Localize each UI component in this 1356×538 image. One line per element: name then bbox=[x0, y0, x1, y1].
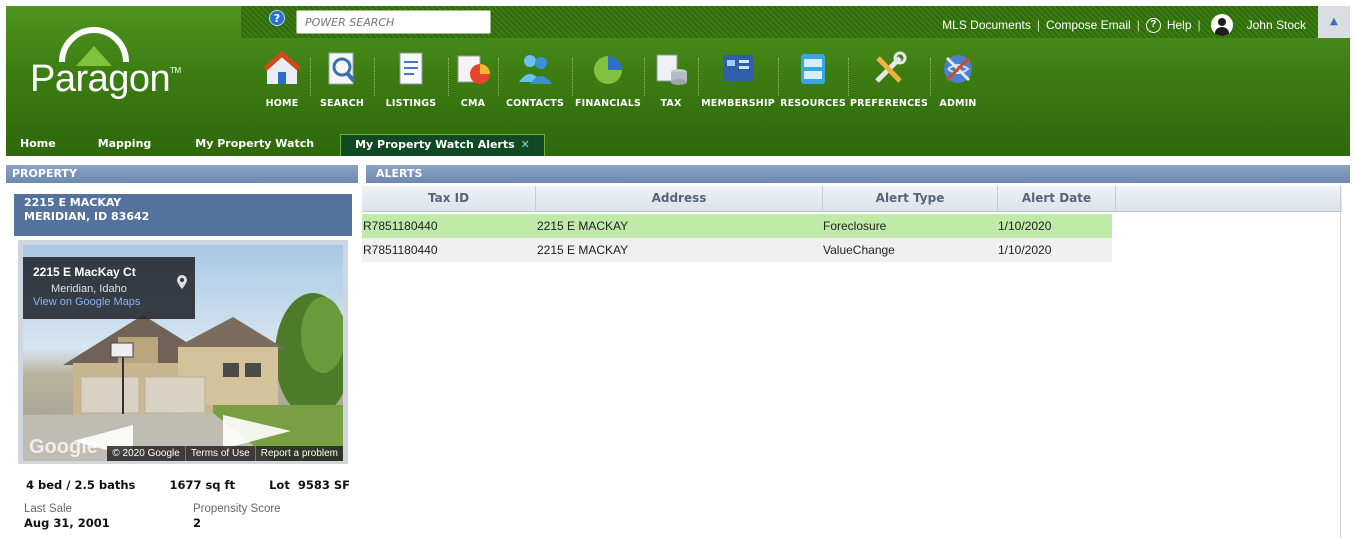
tab-bar: Home Mapping My Property Watch My Proper… bbox=[6, 134, 545, 156]
terms-of-use-link[interactable]: Terms of Use bbox=[184, 446, 255, 461]
property-stats: 4 bed / 2.5 baths 1677 sq ft Lot 9583 SF bbox=[26, 478, 350, 492]
collapse-header-button[interactable]: ▲ bbox=[1318, 6, 1350, 38]
resources-icon bbox=[801, 54, 825, 84]
close-tab-icon[interactable]: ✕ bbox=[521, 138, 530, 151]
help-link[interactable]: Help bbox=[1167, 18, 1192, 32]
nav-preferences[interactable]: PREFERENCES bbox=[848, 48, 930, 118]
nav-search[interactable]: SEARCH bbox=[310, 48, 374, 118]
last-sale-label: Last Sale bbox=[24, 503, 72, 515]
cell-alert-date: 1/10/2020 bbox=[998, 243, 1052, 257]
propensity-score-value: 2 bbox=[193, 516, 202, 530]
power-search-input[interactable] bbox=[296, 10, 491, 34]
column-header-alert-type[interactable]: Alert Type bbox=[823, 186, 998, 212]
last-sale-value: Aug 31, 2001 bbox=[24, 516, 110, 530]
report-problem-link[interactable]: Report a problem bbox=[254, 446, 343, 461]
google-logo: Google bbox=[29, 436, 98, 458]
nav-contacts[interactable]: CONTACTS bbox=[498, 48, 572, 118]
mls-documents-link[interactable]: MLS Documents bbox=[942, 18, 1031, 32]
street-view-image[interactable]: 2215 E MacKay Ct Meridian, Idaho View on… bbox=[23, 245, 343, 461]
tax-icon bbox=[656, 54, 687, 85]
cell-address: 2215 E MACKAY bbox=[537, 243, 629, 257]
search-icon bbox=[328, 52, 356, 85]
column-header-tax-id[interactable]: Tax ID bbox=[362, 186, 536, 212]
nav-home[interactable]: HOME bbox=[254, 48, 310, 118]
separator: | bbox=[1136, 18, 1140, 32]
map-info-card: 2215 E MacKay Ct Meridian, Idaho View on… bbox=[23, 257, 195, 319]
nav-resources[interactable]: RESOURCES bbox=[778, 48, 848, 118]
separator: | bbox=[1197, 18, 1201, 32]
top-links: MLS Documents | Compose Email | ? Help |… bbox=[942, 14, 1306, 36]
map-card-title: 2215 E MacKay Ct bbox=[33, 265, 136, 279]
listings-icon bbox=[399, 52, 423, 85]
address-line-2: MERIDIAN, ID 83642 bbox=[24, 210, 150, 223]
compose-email-link[interactable]: Compose Email bbox=[1046, 18, 1131, 32]
alerts-section-header: ALERTS bbox=[366, 165, 1350, 183]
tab-label: My Property Watch Alerts bbox=[355, 138, 515, 151]
main-nav: HOME SEARCH LISTINGS CMA CONTACTS FINANC… bbox=[254, 48, 986, 118]
paragon-logo[interactable]: ParagonTM bbox=[30, 27, 210, 112]
column-header-spacer bbox=[1116, 186, 1342, 212]
home-icon bbox=[263, 50, 301, 84]
view-on-google-maps-link[interactable]: View on Google Maps bbox=[33, 296, 185, 308]
tab-home[interactable]: Home bbox=[6, 134, 70, 156]
cell-address: 2215 E MACKAY bbox=[537, 219, 629, 233]
nav-financials[interactable]: FINANCIALS bbox=[572, 48, 644, 118]
propensity-score-label: Propensity Score bbox=[193, 503, 281, 515]
column-header-alert-date[interactable]: Alert Date bbox=[998, 186, 1116, 212]
alerts-grid-header: Tax ID Address Alert Type Alert Date bbox=[362, 186, 1342, 212]
admin-icon bbox=[944, 55, 972, 83]
address-line-1: 2215 E MACKAY bbox=[24, 196, 122, 209]
last-sale: Last Sale Aug 31, 2001 bbox=[24, 503, 110, 530]
nav-cma[interactable]: CMA bbox=[448, 48, 498, 118]
app-header: ? MLS Documents | Compose Email | ? Help… bbox=[6, 6, 1350, 156]
cell-tax-id: R7851180440 bbox=[363, 219, 438, 233]
logo-text: ParagonTM bbox=[30, 58, 181, 100]
square-feet: 1677 sq ft bbox=[169, 478, 236, 492]
nav-membership[interactable]: MEMBERSHIP bbox=[698, 48, 778, 118]
property-address-box: 2215 E MACKAY MERIDIAN, ID 83642 bbox=[14, 194, 352, 236]
nav-listings[interactable]: LISTINGS bbox=[374, 48, 448, 118]
grid-right-border bbox=[1340, 186, 1341, 538]
nav-admin[interactable]: ADMIN bbox=[930, 48, 986, 118]
cell-alert-type: Foreclosure bbox=[823, 219, 887, 233]
tab-mapping[interactable]: Mapping bbox=[70, 134, 166, 156]
preferences-icon bbox=[875, 51, 907, 83]
map-card-subtitle: Meridian, Idaho bbox=[51, 283, 127, 295]
map-copyright: © 2020 Google bbox=[112, 448, 180, 459]
cell-alert-date: 1/10/2020 bbox=[998, 219, 1052, 233]
property-section-header: PROPERTY bbox=[6, 165, 358, 183]
help-icon[interactable]: ? bbox=[1145, 17, 1161, 33]
cma-icon bbox=[457, 55, 490, 84]
cell-tax-id: R7851180440 bbox=[363, 243, 438, 257]
map-footer: © 2020 Google Terms of Use Report a prob… bbox=[107, 446, 343, 461]
map-pin-icon[interactable] bbox=[177, 275, 187, 289]
cell-alert-type: ValueChange bbox=[823, 243, 895, 257]
financials-icon bbox=[594, 56, 622, 84]
contacts-icon bbox=[519, 55, 552, 84]
tab-my-property-watch[interactable]: My Property Watch bbox=[165, 134, 328, 156]
lot-size: Lot 9583 SF bbox=[269, 478, 350, 492]
column-header-address[interactable]: Address bbox=[536, 186, 823, 212]
table-row[interactable]: R7851180440 2215 E MACKAY Foreclosure 1/… bbox=[362, 214, 1112, 238]
help-badge-icon[interactable]: ? bbox=[269, 10, 285, 26]
tab-my-property-watch-alerts[interactable]: My Property Watch Alerts ✕ bbox=[340, 134, 545, 156]
table-row[interactable]: R7851180440 2215 E MACKAY ValueChange 1/… bbox=[362, 238, 1112, 262]
separator: | bbox=[1036, 18, 1040, 32]
nav-tax[interactable]: TAX bbox=[644, 48, 698, 118]
membership-icon bbox=[723, 55, 753, 81]
beds-baths: 4 bed / 2.5 baths bbox=[26, 478, 136, 492]
user-name[interactable]: John Stock bbox=[1247, 18, 1306, 32]
user-avatar-icon[interactable] bbox=[1210, 14, 1233, 36]
propensity-score: Propensity Score 2 bbox=[193, 503, 281, 530]
